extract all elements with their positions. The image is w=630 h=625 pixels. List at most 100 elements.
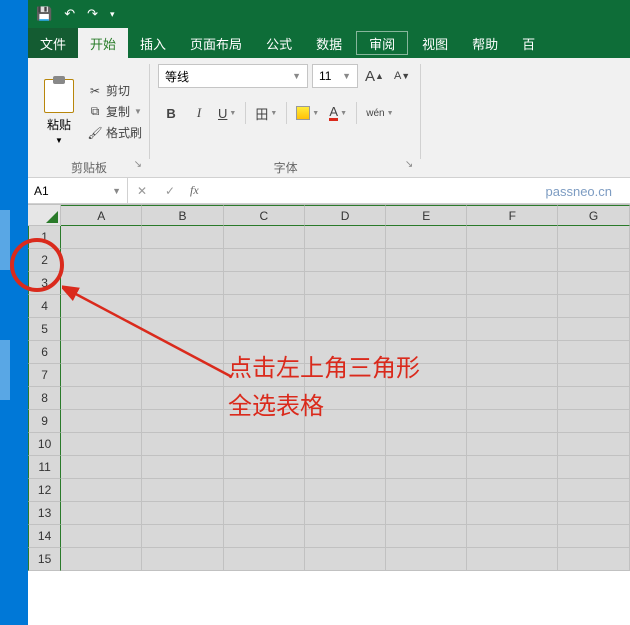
bold-button[interactable]: B bbox=[158, 100, 184, 126]
copy-button[interactable]: ⧉ 复制 ▼ bbox=[88, 103, 142, 120]
cell[interactable] bbox=[224, 525, 305, 548]
cell[interactable] bbox=[224, 226, 305, 249]
enter-formula-button[interactable]: ✓ bbox=[156, 184, 184, 198]
cell[interactable] bbox=[61, 387, 142, 410]
italic-button[interactable]: I bbox=[186, 100, 212, 126]
cell[interactable] bbox=[224, 272, 305, 295]
row-header[interactable]: 13 bbox=[28, 502, 61, 525]
cell[interactable] bbox=[305, 318, 386, 341]
tab-formulas[interactable]: 公式 bbox=[254, 28, 304, 58]
cell[interactable] bbox=[467, 295, 558, 318]
cell[interactable] bbox=[224, 433, 305, 456]
save-icon[interactable]: 💾 bbox=[36, 6, 52, 22]
cell[interactable] bbox=[386, 249, 467, 272]
grow-font-button[interactable]: A▲ bbox=[362, 64, 387, 88]
column-header[interactable]: E bbox=[386, 205, 467, 226]
column-header[interactable]: D bbox=[305, 205, 386, 226]
redo-icon[interactable]: ↷ bbox=[87, 6, 98, 22]
cell[interactable] bbox=[142, 387, 223, 410]
cell[interactable] bbox=[305, 295, 386, 318]
cut-button[interactable]: ✂ 剪切 bbox=[88, 82, 142, 99]
dialog-launcher-icon[interactable]: ↘ bbox=[134, 159, 142, 170]
cell[interactable] bbox=[224, 456, 305, 479]
cell[interactable] bbox=[467, 410, 558, 433]
cell[interactable] bbox=[61, 456, 142, 479]
cell[interactable] bbox=[305, 272, 386, 295]
cell[interactable] bbox=[558, 525, 630, 548]
cell[interactable] bbox=[61, 433, 142, 456]
cell[interactable] bbox=[558, 249, 630, 272]
cell[interactable] bbox=[61, 318, 142, 341]
cell[interactable] bbox=[467, 387, 558, 410]
row-header[interactable]: 11 bbox=[28, 456, 61, 479]
row-header[interactable]: 5 bbox=[28, 318, 61, 341]
cell[interactable] bbox=[467, 249, 558, 272]
row-header[interactable]: 6 bbox=[28, 341, 61, 364]
cell[interactable] bbox=[61, 548, 142, 571]
column-header[interactable]: F bbox=[467, 205, 558, 226]
cell[interactable] bbox=[61, 341, 142, 364]
cell[interactable] bbox=[61, 272, 142, 295]
tab-file[interactable]: 文件 bbox=[28, 28, 78, 58]
cell[interactable] bbox=[558, 410, 630, 433]
cell[interactable] bbox=[467, 502, 558, 525]
row-header[interactable]: 4 bbox=[28, 295, 61, 318]
cell[interactable] bbox=[142, 456, 223, 479]
cell[interactable] bbox=[386, 479, 467, 502]
format-painter-button[interactable]: 🖌 格式刷 bbox=[88, 124, 142, 141]
tab-baidu[interactable]: 百 bbox=[510, 28, 547, 58]
cell[interactable] bbox=[558, 272, 630, 295]
tab-layout[interactable]: 页面布局 bbox=[178, 28, 254, 58]
cell[interactable] bbox=[558, 318, 630, 341]
cell[interactable] bbox=[467, 456, 558, 479]
cell[interactable] bbox=[61, 295, 142, 318]
dialog-launcher-icon[interactable]: ↘ bbox=[405, 159, 413, 170]
cell[interactable] bbox=[305, 525, 386, 548]
cell[interactable] bbox=[386, 525, 467, 548]
fx-icon[interactable]: fx bbox=[184, 183, 205, 198]
font-size-combo[interactable]: 11 ▼ bbox=[312, 64, 358, 88]
cell[interactable] bbox=[142, 272, 223, 295]
cell[interactable] bbox=[305, 249, 386, 272]
cell[interactable] bbox=[305, 479, 386, 502]
cell[interactable] bbox=[386, 295, 467, 318]
cell[interactable] bbox=[558, 364, 630, 387]
cell[interactable] bbox=[467, 525, 558, 548]
cell[interactable] bbox=[386, 456, 467, 479]
cell[interactable] bbox=[467, 226, 558, 249]
cell[interactable] bbox=[386, 318, 467, 341]
cell[interactable] bbox=[61, 364, 142, 387]
cell[interactable] bbox=[386, 272, 467, 295]
cell[interactable] bbox=[142, 525, 223, 548]
paste-button[interactable]: 粘贴 ▼ bbox=[36, 64, 82, 159]
row-header[interactable]: 7 bbox=[28, 364, 61, 387]
cell[interactable] bbox=[142, 548, 223, 571]
row-header[interactable]: 10 bbox=[28, 433, 61, 456]
phonetic-button[interactable]: wén▼ bbox=[362, 100, 397, 126]
cell[interactable] bbox=[467, 272, 558, 295]
row-header[interactable]: 12 bbox=[28, 479, 61, 502]
cell[interactable] bbox=[467, 433, 558, 456]
font-name-combo[interactable]: 等线 ▼ bbox=[158, 64, 308, 88]
cell[interactable] bbox=[142, 410, 223, 433]
tab-home[interactable]: 开始 bbox=[78, 28, 128, 58]
column-header[interactable]: A bbox=[61, 205, 142, 226]
cell[interactable] bbox=[558, 456, 630, 479]
cell[interactable] bbox=[224, 502, 305, 525]
qat-dropdown-icon[interactable]: ▾ bbox=[110, 9, 115, 20]
cell[interactable] bbox=[558, 226, 630, 249]
cell[interactable] bbox=[305, 548, 386, 571]
cell[interactable] bbox=[467, 341, 558, 364]
cell[interactable] bbox=[558, 479, 630, 502]
border-button[interactable]: 田▼ bbox=[251, 100, 281, 126]
cell[interactable] bbox=[142, 502, 223, 525]
tab-insert[interactable]: 插入 bbox=[128, 28, 178, 58]
undo-icon[interactable]: ↶ bbox=[64, 6, 75, 22]
cell[interactable] bbox=[142, 341, 223, 364]
column-header[interactable]: G bbox=[558, 205, 630, 226]
cell[interactable] bbox=[467, 548, 558, 571]
cell[interactable] bbox=[142, 318, 223, 341]
cell[interactable] bbox=[558, 433, 630, 456]
cell[interactable] bbox=[61, 479, 142, 502]
row-header[interactable]: 9 bbox=[28, 410, 61, 433]
